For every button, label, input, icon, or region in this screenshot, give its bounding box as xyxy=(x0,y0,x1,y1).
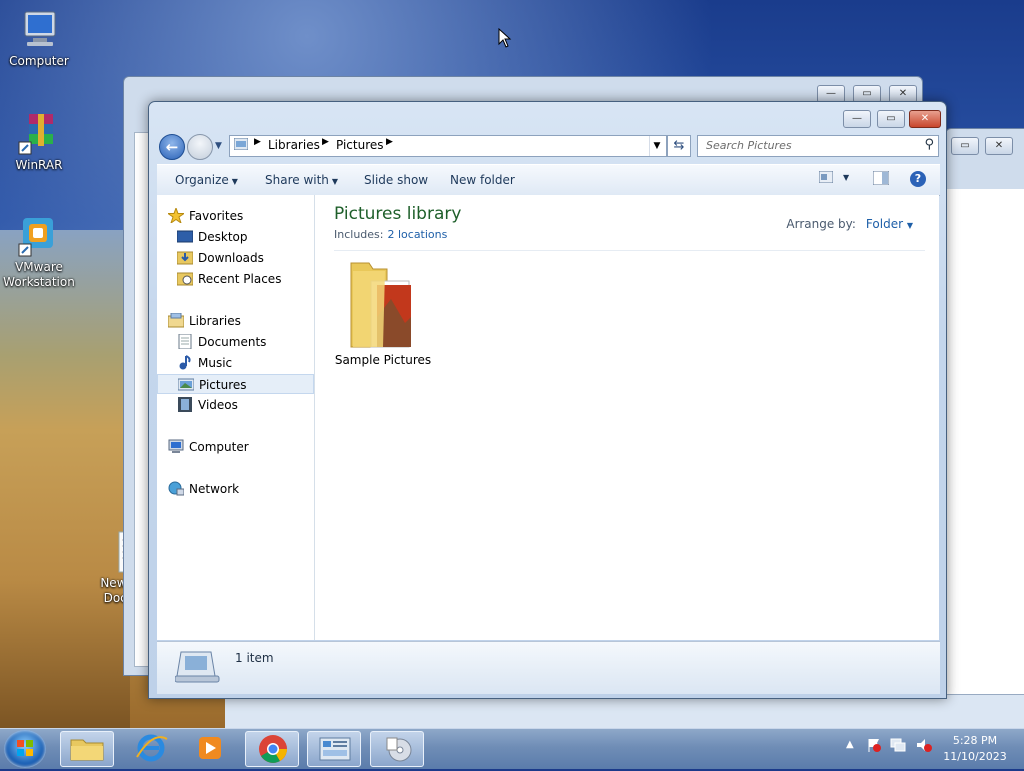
recent-pages-dropdown[interactable]: ▼ xyxy=(215,141,222,151)
view-options-dropdown[interactable]: ▼ xyxy=(843,173,849,182)
address-dropdown[interactable]: ▼ xyxy=(649,136,664,156)
network-status-icon[interactable] xyxy=(890,737,906,756)
desktop-icon-computer[interactable]: Computer xyxy=(0,8,78,69)
taskbar-chrome[interactable] xyxy=(245,731,299,767)
background-window-right[interactable]: ▭ ✕ xyxy=(945,128,1024,730)
refresh-button[interactable]: ⇆ xyxy=(667,135,691,157)
close-icon[interactable]: ✕ xyxy=(985,137,1013,155)
control-panel-icon xyxy=(319,737,351,761)
recent-places-icon xyxy=(176,271,194,286)
pictures-icon xyxy=(177,377,195,392)
libraries-icon xyxy=(167,312,185,328)
nav-network[interactable]: Network xyxy=(157,479,314,499)
change-view-icon[interactable] xyxy=(818,170,834,186)
command-bar: Organize ▼ Share with ▼ Slide show New fol… xyxy=(157,164,940,196)
breadcrumb-libraries[interactable]: Libraries xyxy=(268,138,320,152)
address-row: ← ▼ ▶ Libraries ▶ Pictures ▶ ▼ ⇆ Search … xyxy=(157,132,939,160)
action-center-flag-icon[interactable] xyxy=(866,737,882,756)
mouse-cursor-icon xyxy=(498,27,512,51)
preview-pane-icon[interactable] xyxy=(872,170,890,188)
help-icon[interactable]: ? xyxy=(910,171,926,187)
folder-item-sample-pictures[interactable]: Sample Pictures xyxy=(333,257,433,367)
media-player-icon xyxy=(199,737,221,759)
nav-recent-places[interactable]: Recent Places xyxy=(157,269,314,289)
address-bar[interactable]: ▶ Libraries ▶ Pictures ▶ ▼ xyxy=(229,135,667,157)
item-count: 1 item xyxy=(235,651,274,665)
nav-music[interactable]: Music xyxy=(157,353,314,373)
taskbar-explorer[interactable] xyxy=(60,731,114,767)
folder-icon xyxy=(70,739,104,761)
maximize-icon[interactable]: ▭ xyxy=(951,137,979,155)
taskbar: ▲ 5:28 PM 11/10/2023 xyxy=(0,728,1024,769)
taskbar-control-panel[interactable] xyxy=(307,731,361,767)
nav-desktop[interactable]: Desktop xyxy=(157,227,314,247)
taskbar-disc-burner[interactable] xyxy=(370,731,424,767)
internet-explorer-icon xyxy=(136,734,168,762)
desktop-icon-winrar[interactable]: WinRAR xyxy=(0,112,78,173)
taskbar-internet-explorer[interactable] xyxy=(123,731,177,767)
back-button[interactable]: ← xyxy=(159,134,185,160)
search-input[interactable]: Search Pictures ⚲ xyxy=(697,135,939,157)
vmware-icon xyxy=(17,214,61,258)
content-pane: Pictures library Includes: 2 locations Ar… xyxy=(315,195,939,640)
clock-date: 11/10/2023 xyxy=(943,750,1007,763)
music-icon xyxy=(177,355,193,370)
windows-logo-icon xyxy=(17,740,33,756)
winrar-icon xyxy=(17,112,61,156)
arrange-by: Arrange by: Folder ▼ xyxy=(786,217,913,231)
library-computer-icon xyxy=(174,650,221,689)
slide-show-button[interactable]: Slide show xyxy=(364,173,428,187)
nav-videos[interactable]: Videos xyxy=(157,395,314,415)
show-hidden-icons-icon[interactable]: ▲ xyxy=(846,739,854,750)
network-icon xyxy=(168,481,185,496)
clock[interactable]: 5:28 PM 11/10/2023 xyxy=(940,733,1010,765)
desktop-icon-vmware[interactable]: VMware Workstation xyxy=(0,214,78,290)
forward-button[interactable] xyxy=(187,134,213,160)
nav-libraries[interactable]: Libraries xyxy=(157,311,314,331)
breadcrumb-arrow-icon[interactable]: ▶ xyxy=(254,137,261,147)
background-window-bottom xyxy=(225,694,1024,729)
volume-muted-icon[interactable] xyxy=(916,737,932,756)
nav-computer[interactable]: Computer xyxy=(157,437,314,457)
wallpaper-field xyxy=(0,230,130,730)
nav-favorites[interactable]: Favorites xyxy=(157,206,314,226)
navigation-pane: Favorites Desktop Downloads Recent Place… xyxy=(157,195,315,640)
minimize-button[interactable]: — xyxy=(843,110,871,128)
disc-icon xyxy=(386,737,412,762)
organize-button[interactable]: Organize ▼ xyxy=(175,173,238,187)
computer-icon xyxy=(17,8,61,52)
nav-documents[interactable]: Documents xyxy=(157,332,314,352)
details-pane: 1 item xyxy=(157,641,940,694)
breadcrumb-pictures[interactable]: Pictures xyxy=(336,138,384,152)
nav-downloads[interactable]: Downloads xyxy=(157,248,314,268)
computer-icon xyxy=(168,439,184,454)
breadcrumb-arrow-icon[interactable]: ▶ xyxy=(322,137,329,147)
desktop-icon xyxy=(176,229,194,244)
star-icon xyxy=(166,206,186,225)
library-icon xyxy=(233,137,249,153)
library-includes: Includes: 2 locations xyxy=(334,228,448,241)
library-title: Pictures library xyxy=(334,204,462,224)
chrome-icon xyxy=(259,735,287,763)
close-button[interactable]: ✕ xyxy=(909,110,941,128)
divider xyxy=(334,250,925,251)
documents-icon xyxy=(177,333,193,350)
explorer-window[interactable]: — ▭ ✕ ← ▼ ▶ Libraries ▶ Pictures ▶ ▼ ⇆ S… xyxy=(148,101,947,699)
taskbar-media-player[interactable] xyxy=(182,731,236,767)
share-with-button[interactable]: Share with ▼ xyxy=(265,173,338,187)
background-window-right-body xyxy=(946,189,1024,729)
downloads-icon xyxy=(176,250,194,265)
maximize-button[interactable]: ▭ xyxy=(877,110,905,128)
nav-pictures[interactable]: Pictures xyxy=(157,374,314,394)
arrange-by-dropdown[interactable]: Folder ▼ xyxy=(866,217,913,231)
picture-folder-icon xyxy=(347,257,419,353)
videos-icon xyxy=(177,397,193,412)
clock-time: 5:28 PM xyxy=(952,734,998,747)
locations-link[interactable]: 2 locations xyxy=(387,228,447,241)
start-button[interactable] xyxy=(4,730,46,768)
new-folder-button[interactable]: New folder xyxy=(450,173,515,187)
breadcrumb-arrow-icon[interactable]: ▶ xyxy=(386,137,393,147)
search-icon[interactable]: ⚲ xyxy=(924,137,934,152)
